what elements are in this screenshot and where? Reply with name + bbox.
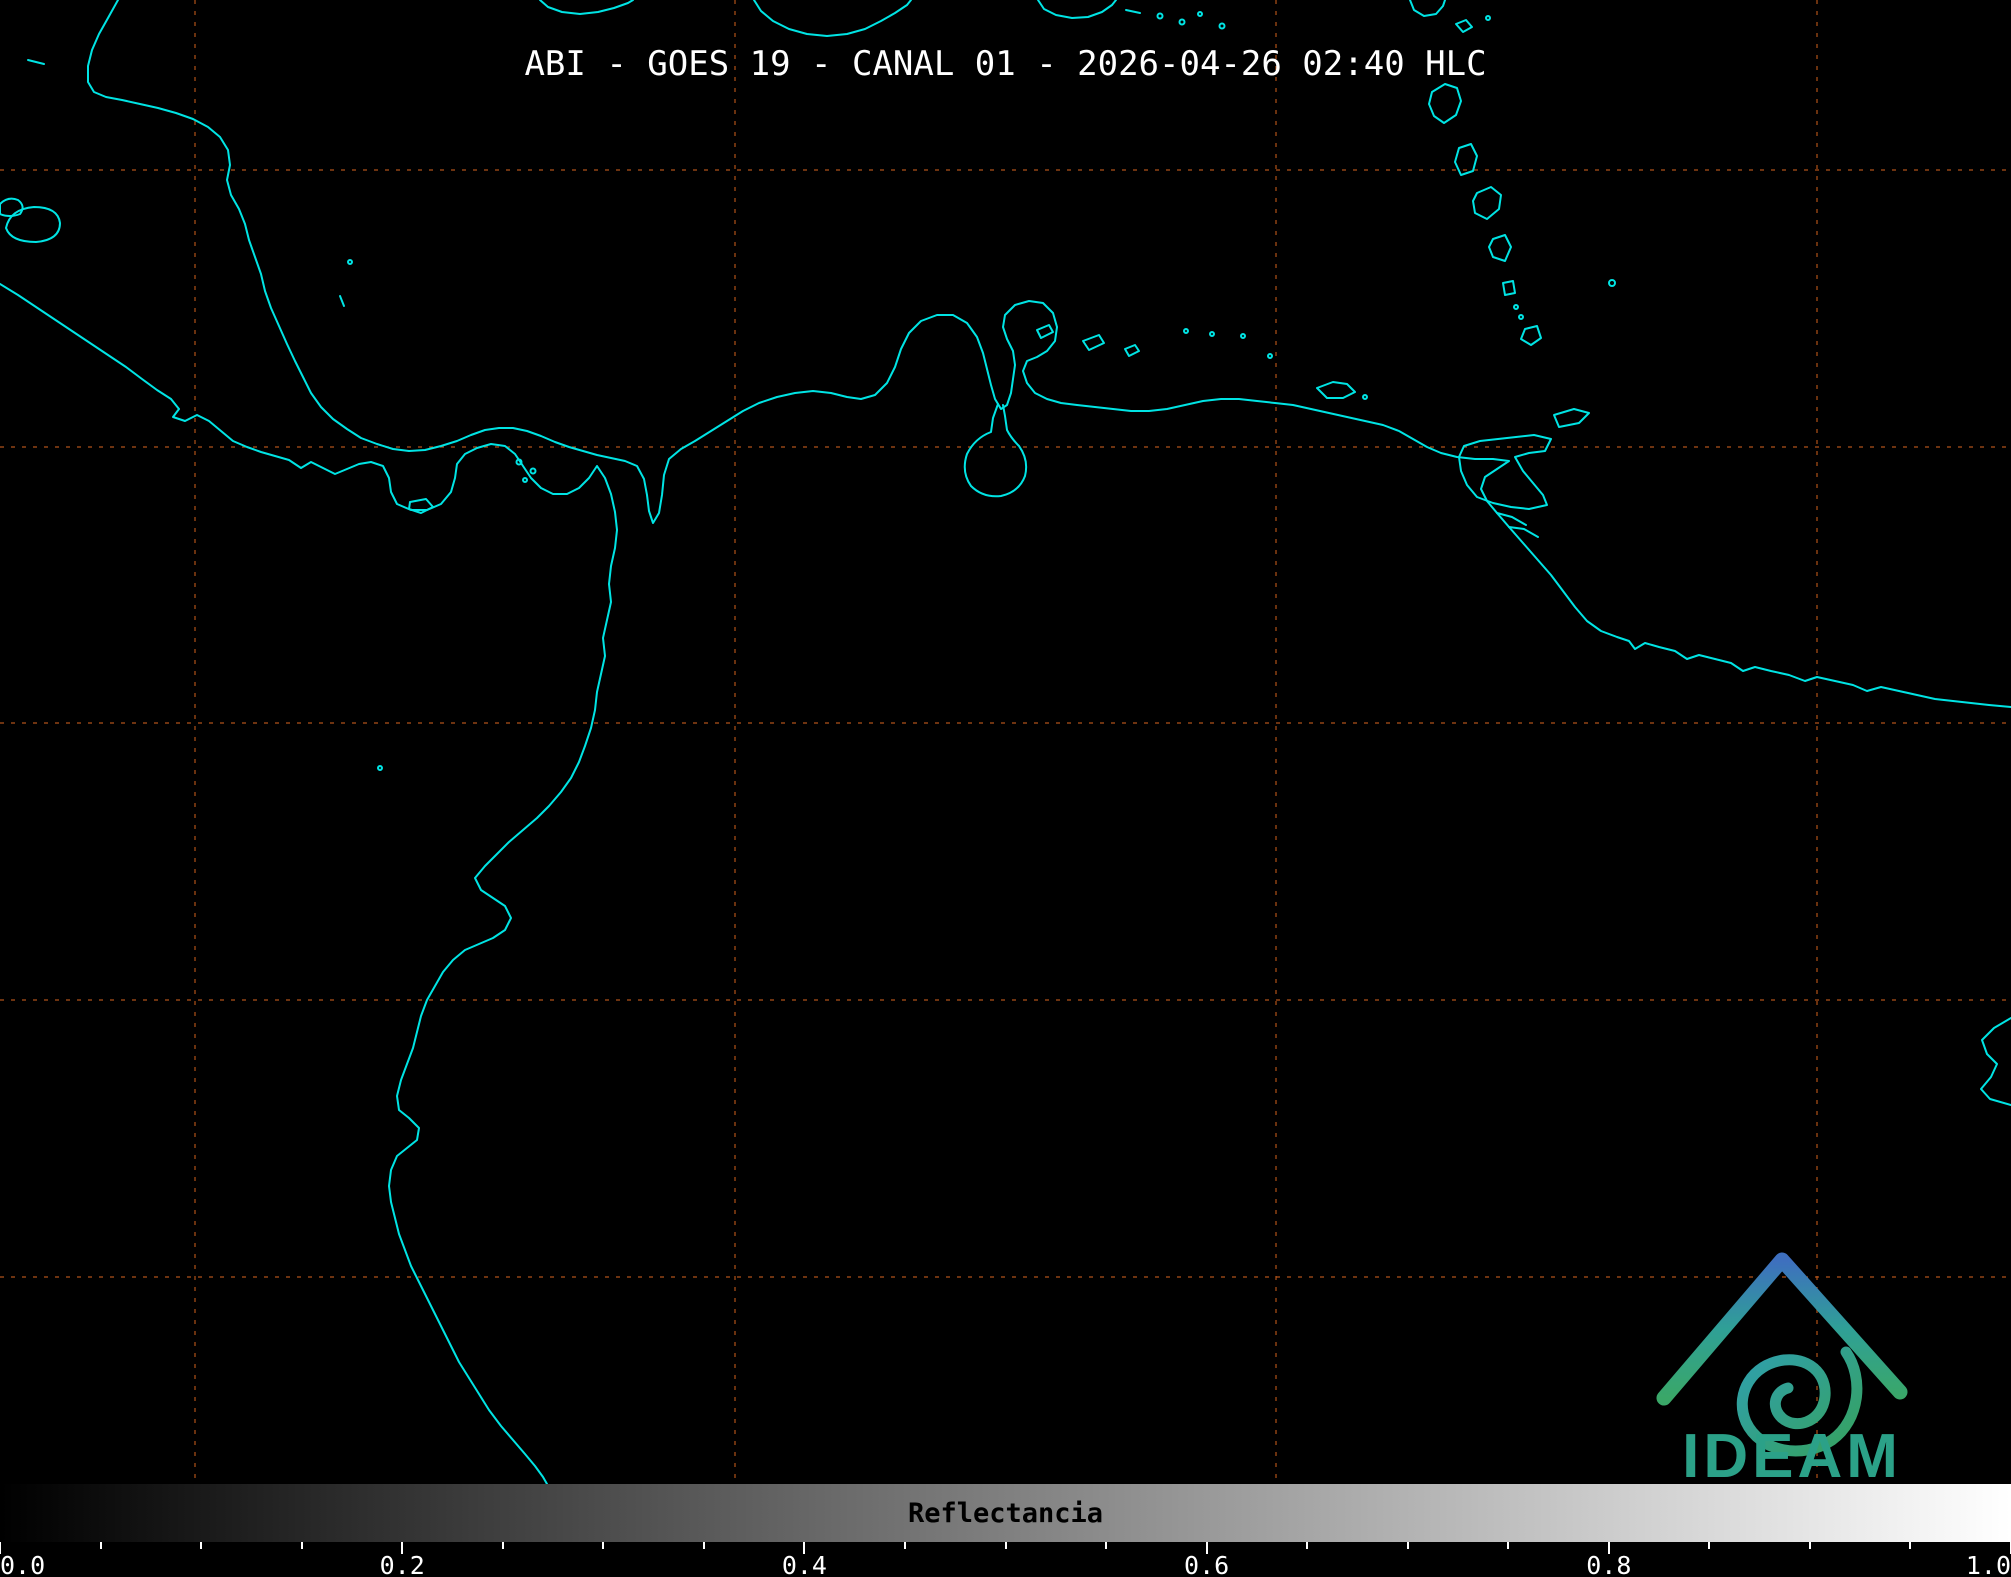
island-coche <box>1362 394 1368 400</box>
island-los-roques <box>1183 328 1189 334</box>
reflectance-colorbar: Reflectancia 0.0 0.2 0.4 0.6 0.8 1.0 <box>0 1484 2011 1577</box>
colorbar-gradient: Reflectancia <box>0 1484 2011 1542</box>
coastlines <box>0 0 2011 1484</box>
colorbar-tick-label: 0.2 <box>379 1551 425 1577</box>
island-providencia <box>347 259 353 265</box>
island-margarita <box>1316 381 1356 399</box>
island-bonaire <box>1124 344 1140 357</box>
satellite-image-viewport: IDEAM ABI - GOES 19 - CANAL 01 - 2026-04… <box>0 0 2011 1577</box>
colorbar-tick-mark <box>1306 1542 1309 1549</box>
island-st-lucia <box>1488 234 1512 262</box>
island-grenada <box>1520 325 1542 346</box>
colorbar-tick-mark <box>1105 1542 1108 1549</box>
colorbar-tick-mark <box>1909 1542 1912 1549</box>
island-los-roques <box>1209 331 1215 337</box>
bay-islands-fragment <box>27 59 45 65</box>
map-svg: IDEAM <box>0 0 2011 1484</box>
lake-nicaragua <box>5 206 61 243</box>
image-title: ABI - GOES 19 - CANAL 01 - 2026-04-26 02… <box>524 44 1487 84</box>
island-leeward-dot <box>1197 11 1203 17</box>
lake-managua <box>0 197 24 217</box>
island-trinidad <box>1458 434 1552 510</box>
colorbar-tick-mark <box>1507 1542 1510 1549</box>
island-montserrat <box>1455 19 1473 33</box>
coastline-fragment-right-edge <box>1980 1017 2011 1106</box>
island-dot <box>1485 15 1491 21</box>
island-pearl <box>515 458 523 466</box>
logo-text: IDEAM <box>1682 1422 1902 1484</box>
island-st-vincent <box>1502 280 1516 296</box>
colorbar-tick-label: 0.8 <box>1586 1551 1632 1577</box>
island-leeward-dot <box>1218 22 1226 30</box>
colorbar-tick-mark <box>501 1542 504 1549</box>
island-tortuga <box>1267 353 1273 359</box>
colorbar-tick-mark <box>300 1542 303 1549</box>
colorbar-tick-mark <box>1406 1542 1409 1549</box>
island-san-andres <box>339 295 345 307</box>
island-curacao <box>1082 334 1105 351</box>
island-aruba <box>1036 324 1054 339</box>
island-pearl <box>529 467 537 475</box>
island-leeward-dot <box>1156 12 1164 20</box>
logo-mountain <box>1656 1252 1908 1406</box>
island-antigua <box>1409 0 1446 17</box>
island-guadeloupe <box>1428 83 1462 124</box>
colorbar-tick-label: 0.6 <box>1184 1551 1230 1577</box>
colorbar-label: Reflectancia <box>907 1497 1104 1529</box>
lat-lon-grid <box>0 0 2011 1484</box>
coastline-puerto-rico-south <box>1037 0 1117 19</box>
lake-maracaibo <box>963 403 1028 498</box>
island-grenadines-dot <box>1518 314 1524 320</box>
island-vieques <box>1125 9 1141 14</box>
colorbar-tick-mark <box>702 1542 705 1549</box>
island-leeward-dot <box>1178 18 1186 26</box>
colorbar-ticks: 0.0 0.2 0.4 0.6 0.8 1.0 <box>0 1542 2011 1577</box>
island-martinique <box>1472 186 1502 220</box>
colorbar-tick-label: 0.0 <box>0 1551 46 1577</box>
island-pearl <box>522 477 528 483</box>
colorbar-tick-label: 1.0 <box>1965 1551 2011 1577</box>
colorbar-tick-label: 0.4 <box>781 1551 827 1577</box>
colorbar-tick-mark <box>602 1542 605 1549</box>
colorbar-tick-mark <box>903 1542 906 1549</box>
island-malpelo <box>377 765 383 771</box>
colorbar-tick-mark <box>1808 1542 1811 1549</box>
island-barbados <box>1608 279 1616 287</box>
island-orchila <box>1240 333 1246 339</box>
coastline-central-america-caribbean <box>87 0 2011 708</box>
colorbar-tick-mark <box>1708 1542 1711 1549</box>
island-grenadines-dot <box>1513 304 1519 310</box>
colorbar-tick-mark <box>200 1542 203 1549</box>
coastline-pacific-south-america <box>0 283 618 1484</box>
coastline-jamaica-south <box>539 0 634 15</box>
coastline-hispaniola-south <box>753 0 912 37</box>
colorbar-tick-mark <box>1004 1542 1007 1549</box>
ideam-logo: IDEAM <box>1656 1252 1908 1484</box>
island-tobago <box>1553 408 1590 428</box>
colorbar-tick-mark <box>99 1542 102 1549</box>
